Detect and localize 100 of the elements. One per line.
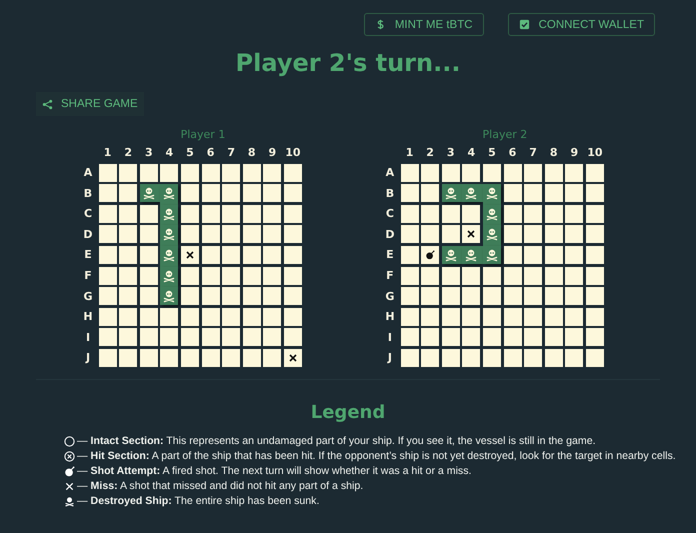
board-cell[interactable] xyxy=(242,225,261,244)
ship-cell[interactable] xyxy=(482,204,501,223)
board-cell[interactable] xyxy=(462,328,480,346)
board-cell[interactable] xyxy=(400,184,419,202)
share-button[interactable]: SHARE GAME xyxy=(36,92,144,116)
board-cell[interactable] xyxy=(442,164,460,182)
board-cell[interactable] xyxy=(482,164,501,182)
board-cell[interactable] xyxy=(462,164,480,182)
board-cell[interactable] xyxy=(544,184,563,202)
board-cell[interactable] xyxy=(284,308,302,326)
board-cell[interactable] xyxy=(180,246,199,264)
board-cell[interactable] xyxy=(524,287,542,306)
board-cell[interactable] xyxy=(263,266,282,285)
board-cell[interactable] xyxy=(462,287,480,306)
board-cell[interactable] xyxy=(119,287,138,306)
board-cell[interactable] xyxy=(98,328,117,346)
board-cell[interactable] xyxy=(524,266,542,285)
board-cell[interactable] xyxy=(98,184,117,202)
board-cell[interactable] xyxy=(119,266,138,285)
board-cell[interactable] xyxy=(119,246,138,264)
board-cell[interactable] xyxy=(202,308,220,326)
board-cell[interactable] xyxy=(524,328,542,346)
board-cell[interactable] xyxy=(442,348,460,367)
board-cell[interactable] xyxy=(140,348,158,367)
board-cell[interactable] xyxy=(400,246,419,264)
board-cell[interactable] xyxy=(586,164,604,182)
board-cell[interactable] xyxy=(442,204,460,223)
board-cell[interactable] xyxy=(504,348,522,367)
ship-cell[interactable] xyxy=(442,184,460,202)
board-cell[interactable] xyxy=(462,308,480,326)
board-cell[interactable] xyxy=(504,225,522,244)
board-cell[interactable] xyxy=(565,184,584,202)
board-cell[interactable] xyxy=(202,225,220,244)
board-cell[interactable] xyxy=(504,308,522,326)
board-cell[interactable] xyxy=(504,164,522,182)
board-cell[interactable] xyxy=(180,308,199,326)
ship-cell[interactable] xyxy=(140,184,158,202)
board-cell[interactable] xyxy=(442,308,460,326)
board-cell[interactable] xyxy=(284,348,302,367)
ship-cell[interactable] xyxy=(160,184,178,202)
board-cell[interactable] xyxy=(565,225,584,244)
board-cell[interactable] xyxy=(482,308,501,326)
board-cell[interactable] xyxy=(242,246,261,264)
board-cell[interactable] xyxy=(565,164,584,182)
board-cell[interactable] xyxy=(462,348,480,367)
board-cell[interactable] xyxy=(119,348,138,367)
board-cell[interactable] xyxy=(242,266,261,285)
board-cell[interactable] xyxy=(482,266,501,285)
board-cell[interactable] xyxy=(263,287,282,306)
board-cell[interactable] xyxy=(524,184,542,202)
ship-cell[interactable] xyxy=(160,246,178,264)
board-cell[interactable] xyxy=(263,328,282,346)
board-cell[interactable] xyxy=(400,308,419,326)
board-cell[interactable] xyxy=(462,266,480,285)
board-cell[interactable] xyxy=(421,287,440,306)
board-cell[interactable] xyxy=(160,348,178,367)
header-button[interactable]: MINT ME tBTC xyxy=(364,13,484,36)
ship-cell[interactable] xyxy=(160,204,178,223)
board-cell[interactable] xyxy=(98,266,117,285)
board-cell[interactable] xyxy=(263,204,282,223)
board-cell[interactable] xyxy=(222,348,240,367)
board-cell[interactable] xyxy=(524,246,542,264)
board-cell[interactable] xyxy=(421,204,440,223)
board-cell[interactable] xyxy=(140,328,158,346)
ship-cell[interactable] xyxy=(462,246,480,264)
board-cell[interactable] xyxy=(222,287,240,306)
ship-cell[interactable] xyxy=(462,184,480,202)
board-cell[interactable] xyxy=(504,266,522,285)
board-cell[interactable] xyxy=(421,266,440,285)
board-cell[interactable] xyxy=(202,204,220,223)
board-cell[interactable] xyxy=(421,246,440,264)
ship-cell[interactable] xyxy=(482,184,501,202)
board-cell[interactable] xyxy=(222,225,240,244)
board-cell[interactable] xyxy=(202,246,220,264)
board-cell[interactable] xyxy=(442,287,460,306)
board-cell[interactable] xyxy=(263,246,282,264)
board-cell[interactable] xyxy=(586,308,604,326)
board-cell[interactable] xyxy=(586,246,604,264)
board-cell[interactable] xyxy=(586,287,604,306)
board-cell[interactable] xyxy=(242,328,261,346)
board-cell[interactable] xyxy=(98,308,117,326)
board-cell[interactable] xyxy=(524,204,542,223)
board-cell[interactable] xyxy=(586,184,604,202)
board-cell[interactable] xyxy=(180,164,199,182)
board-cell[interactable] xyxy=(565,308,584,326)
board-cell[interactable] xyxy=(263,184,282,202)
board-cell[interactable] xyxy=(180,266,199,285)
board-cell[interactable] xyxy=(180,225,199,244)
board-cell[interactable] xyxy=(263,164,282,182)
board-cell[interactable] xyxy=(400,328,419,346)
board-cell[interactable] xyxy=(544,348,563,367)
board-cell[interactable] xyxy=(160,308,178,326)
board-cell[interactable] xyxy=(202,328,220,346)
board-cell[interactable] xyxy=(140,246,158,264)
board-cell[interactable] xyxy=(284,328,302,346)
board-cell[interactable] xyxy=(524,348,542,367)
board-cell[interactable] xyxy=(160,164,178,182)
header-button[interactable]: CONNECT WALLET xyxy=(508,13,655,36)
board-cell[interactable] xyxy=(400,225,419,244)
board-cell[interactable] xyxy=(421,225,440,244)
